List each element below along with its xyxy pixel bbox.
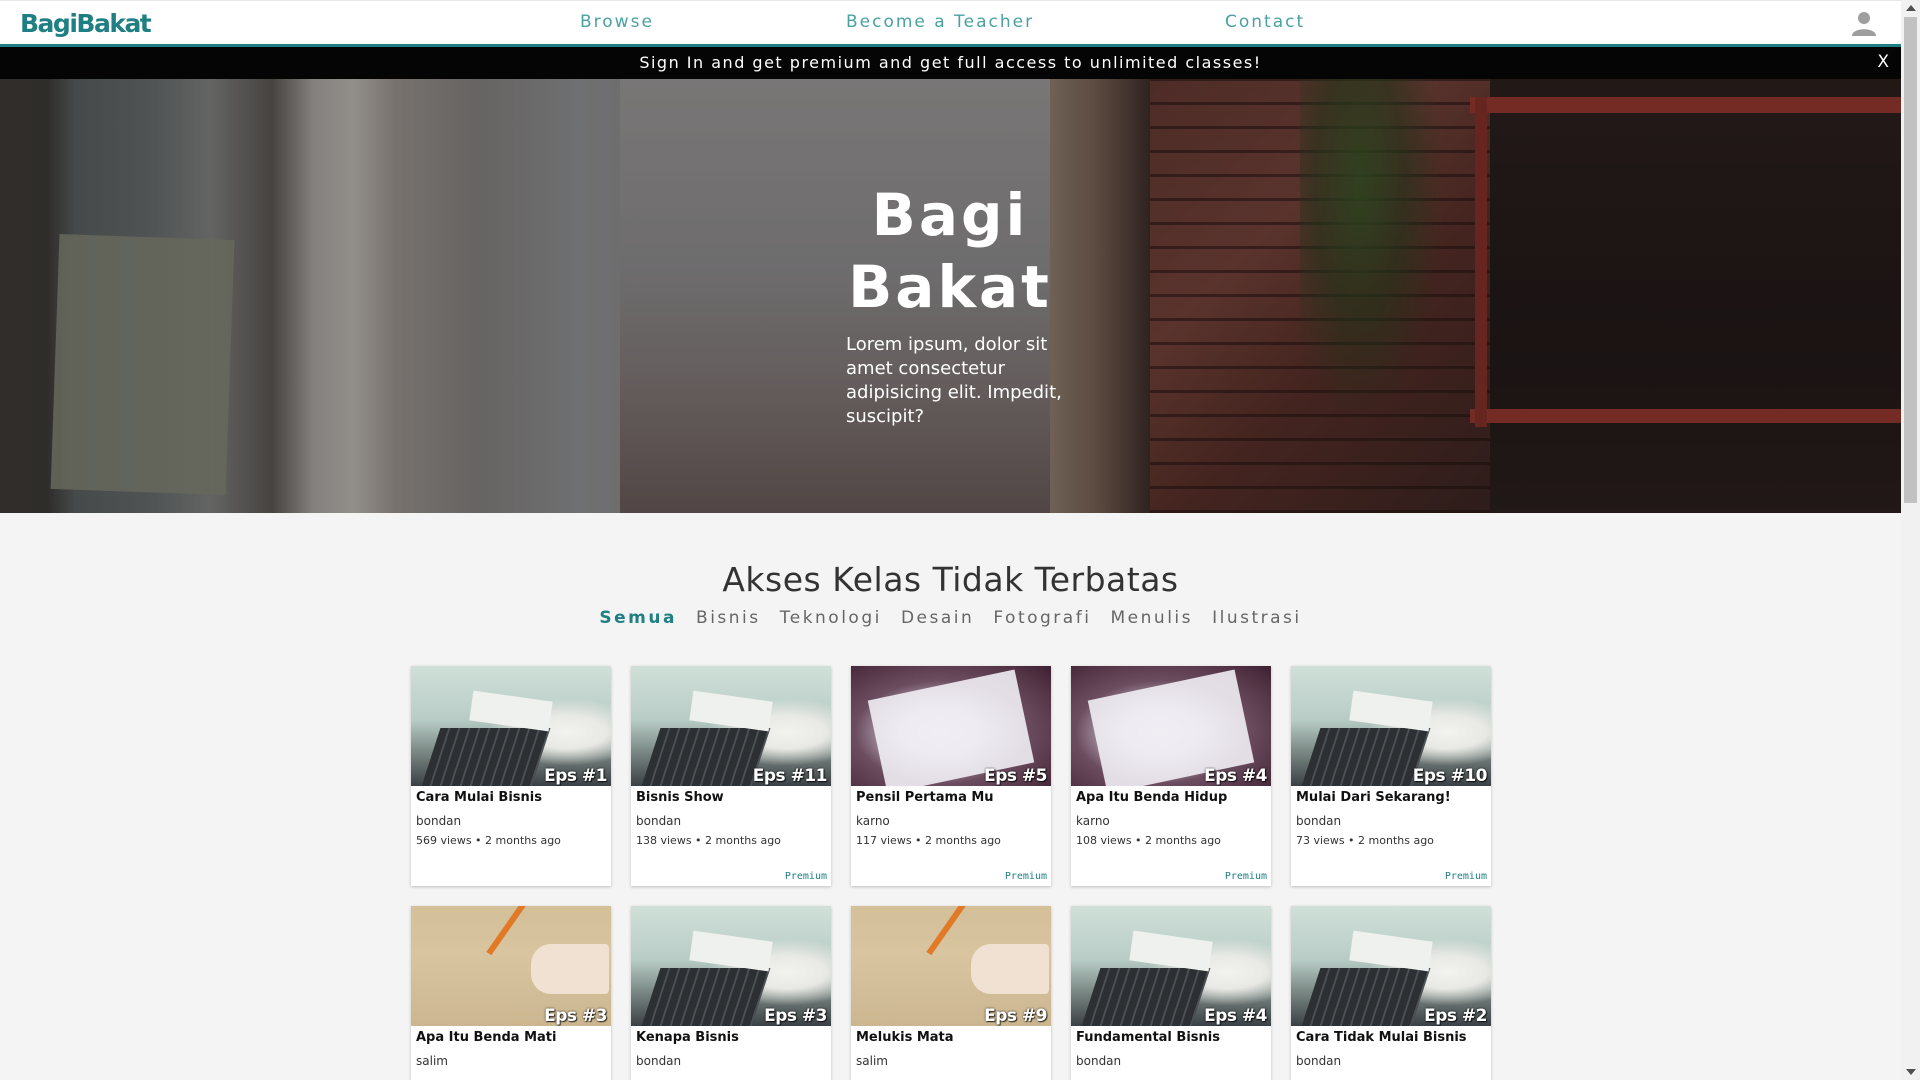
- course-title: Mulai Dari Sekarang!: [1296, 790, 1451, 805]
- course-card[interactable]: Eps #3 Kenapa Bisnis bondan: [631, 906, 831, 1080]
- course-meta: 138 views • 2 months ago: [636, 834, 781, 847]
- course-thumbnail: Eps #1: [411, 666, 611, 786]
- episode-label: Eps #3: [764, 1006, 827, 1026]
- episode-label: Eps #1: [544, 766, 607, 786]
- course-title: Cara Tidak Mulai Bisnis: [1296, 1030, 1467, 1045]
- course-card[interactable]: Eps #4 Fundamental Bisnis bondan: [1071, 906, 1271, 1080]
- hero-description: Lorem ipsum, dolor sit amet consectetur …: [846, 334, 1062, 427]
- episode-label: Eps #2: [1424, 1006, 1487, 1026]
- course-author: karno: [856, 814, 890, 828]
- course-thumbnail: Eps #4: [1071, 906, 1271, 1026]
- hero-banner: Bagi Bakat Lorem ipsum, dolor sit amet c…: [0, 79, 1901, 513]
- scroll-up-arrow-icon[interactable]: [1906, 5, 1916, 11]
- course-author: salim: [416, 1054, 448, 1068]
- course-author: bondan: [636, 814, 682, 828]
- scrollbar-thumb[interactable]: [1904, 17, 1917, 503]
- page-scrollbar[interactable]: [1901, 0, 1920, 1080]
- course-thumbnail: Eps #2: [1291, 906, 1491, 1026]
- course-card[interactable]: Eps #1 Cara Mulai Bisnis bondan 569 views •…: [411, 666, 611, 886]
- course-title: Melukis Mata: [856, 1030, 954, 1045]
- course-card[interactable]: Eps #4 Apa Itu Benda Hidup karno 108 views …: [1071, 666, 1271, 886]
- course-thumbnail: Eps #4: [1071, 666, 1271, 786]
- course-title: Kenapa Bisnis: [636, 1030, 739, 1045]
- tab-menulis[interactable]: Menulis: [1111, 608, 1193, 628]
- course-title: Apa Itu Benda Hidup: [1076, 790, 1228, 805]
- promo-close-button[interactable]: X: [1877, 47, 1889, 78]
- course-meta: 117 views • 2 months ago: [856, 834, 1001, 847]
- course-meta: 73 views • 2 months ago: [1296, 834, 1434, 847]
- course-thumbnail: Eps #11: [631, 666, 831, 786]
- course-author: bondan: [1076, 1054, 1122, 1068]
- course-author: bondan: [416, 814, 462, 828]
- nav-browse[interactable]: Browse: [580, 12, 654, 32]
- course-card[interactable]: Eps #5 Pensil Pertama Mu karno 117 views • …: [851, 666, 1051, 886]
- episode-label: Eps #10: [1412, 766, 1488, 786]
- episode-label: Eps #5: [984, 766, 1047, 786]
- course-card[interactable]: Eps #9 Melukis Mata salim: [851, 906, 1051, 1080]
- course-author: bondan: [1296, 814, 1342, 828]
- course-meta: 108 views • 2 months ago: [1076, 834, 1221, 847]
- episode-label: Eps #9: [984, 1006, 1047, 1026]
- course-author: karno: [1076, 814, 1110, 828]
- promo-banner: Sign In and get premium and get full acc…: [0, 47, 1901, 79]
- promo-text: Sign In and get premium and get full acc…: [639, 53, 1262, 72]
- premium-badge: Premium: [1004, 871, 1047, 882]
- course-title: Pensil Pertama Mu: [856, 790, 994, 805]
- top-navbar: BagiBakat Browse Become a Teacher Contac…: [0, 0, 1901, 47]
- course-author: salim: [856, 1054, 888, 1068]
- course-thumbnail: Eps #3: [631, 906, 831, 1026]
- tab-teknologi[interactable]: Teknologi: [780, 608, 882, 628]
- course-card[interactable]: Eps #11 Bisnis Show bondan 138 views • 2 mo…: [631, 666, 831, 886]
- course-card[interactable]: Eps #2 Cara Tidak Mulai Bisnis bondan: [1291, 906, 1491, 1080]
- course-title: Cara Mulai Bisnis: [416, 790, 542, 805]
- user-icon[interactable]: [1851, 10, 1877, 36]
- tab-desain[interactable]: Desain: [901, 608, 974, 628]
- course-thumbnail: Eps #3: [411, 906, 611, 1026]
- course-card[interactable]: Eps #10 Mulai Dari Sekarang! bondan 73 view…: [1291, 666, 1491, 886]
- category-tabs: Semua Bisnis Teknologi Desain Fotografi …: [0, 608, 1901, 628]
- tab-ilustrasi[interactable]: Ilustrasi: [1212, 608, 1302, 628]
- course-meta: 569 views • 2 months ago: [416, 834, 561, 847]
- course-grid: Eps #1 Cara Mulai Bisnis bondan 569 views •…: [411, 666, 1491, 1080]
- premium-badge: Premium: [1444, 871, 1487, 882]
- course-author: bondan: [1296, 1054, 1342, 1068]
- course-title: Bisnis Show: [636, 790, 724, 805]
- course-thumbnail: Eps #9: [851, 906, 1051, 1026]
- course-title: Fundamental Bisnis: [1076, 1030, 1220, 1045]
- tab-semua[interactable]: Semua: [599, 608, 677, 628]
- tab-fotografi[interactable]: Fotografi: [993, 608, 1091, 628]
- episode-label: Eps #4: [1204, 1006, 1267, 1026]
- premium-badge: Premium: [784, 871, 827, 882]
- episode-label: Eps #11: [752, 766, 828, 786]
- nav-contact[interactable]: Contact: [1225, 12, 1305, 32]
- episode-label: Eps #3: [544, 1006, 607, 1026]
- hero-title: Bagi Bakat: [848, 181, 1052, 321]
- section-title: Akses Kelas Tidak Terbatas: [722, 560, 1179, 599]
- episode-label: Eps #4: [1204, 766, 1267, 786]
- course-title: Apa Itu Benda Mati: [416, 1030, 557, 1045]
- site-logo[interactable]: BagiBakat: [20, 9, 152, 38]
- nav-become-a-teacher[interactable]: Become a Teacher: [846, 12, 1034, 32]
- course-thumbnail: Eps #10: [1291, 666, 1491, 786]
- course-card[interactable]: Eps #3 Apa Itu Benda Mati salim: [411, 906, 611, 1080]
- premium-badge: Premium: [1224, 871, 1267, 882]
- course-thumbnail: Eps #5: [851, 666, 1051, 786]
- tab-bisnis[interactable]: Bisnis: [696, 608, 761, 628]
- scroll-down-arrow-icon[interactable]: [1906, 1069, 1916, 1075]
- course-author: bondan: [636, 1054, 682, 1068]
